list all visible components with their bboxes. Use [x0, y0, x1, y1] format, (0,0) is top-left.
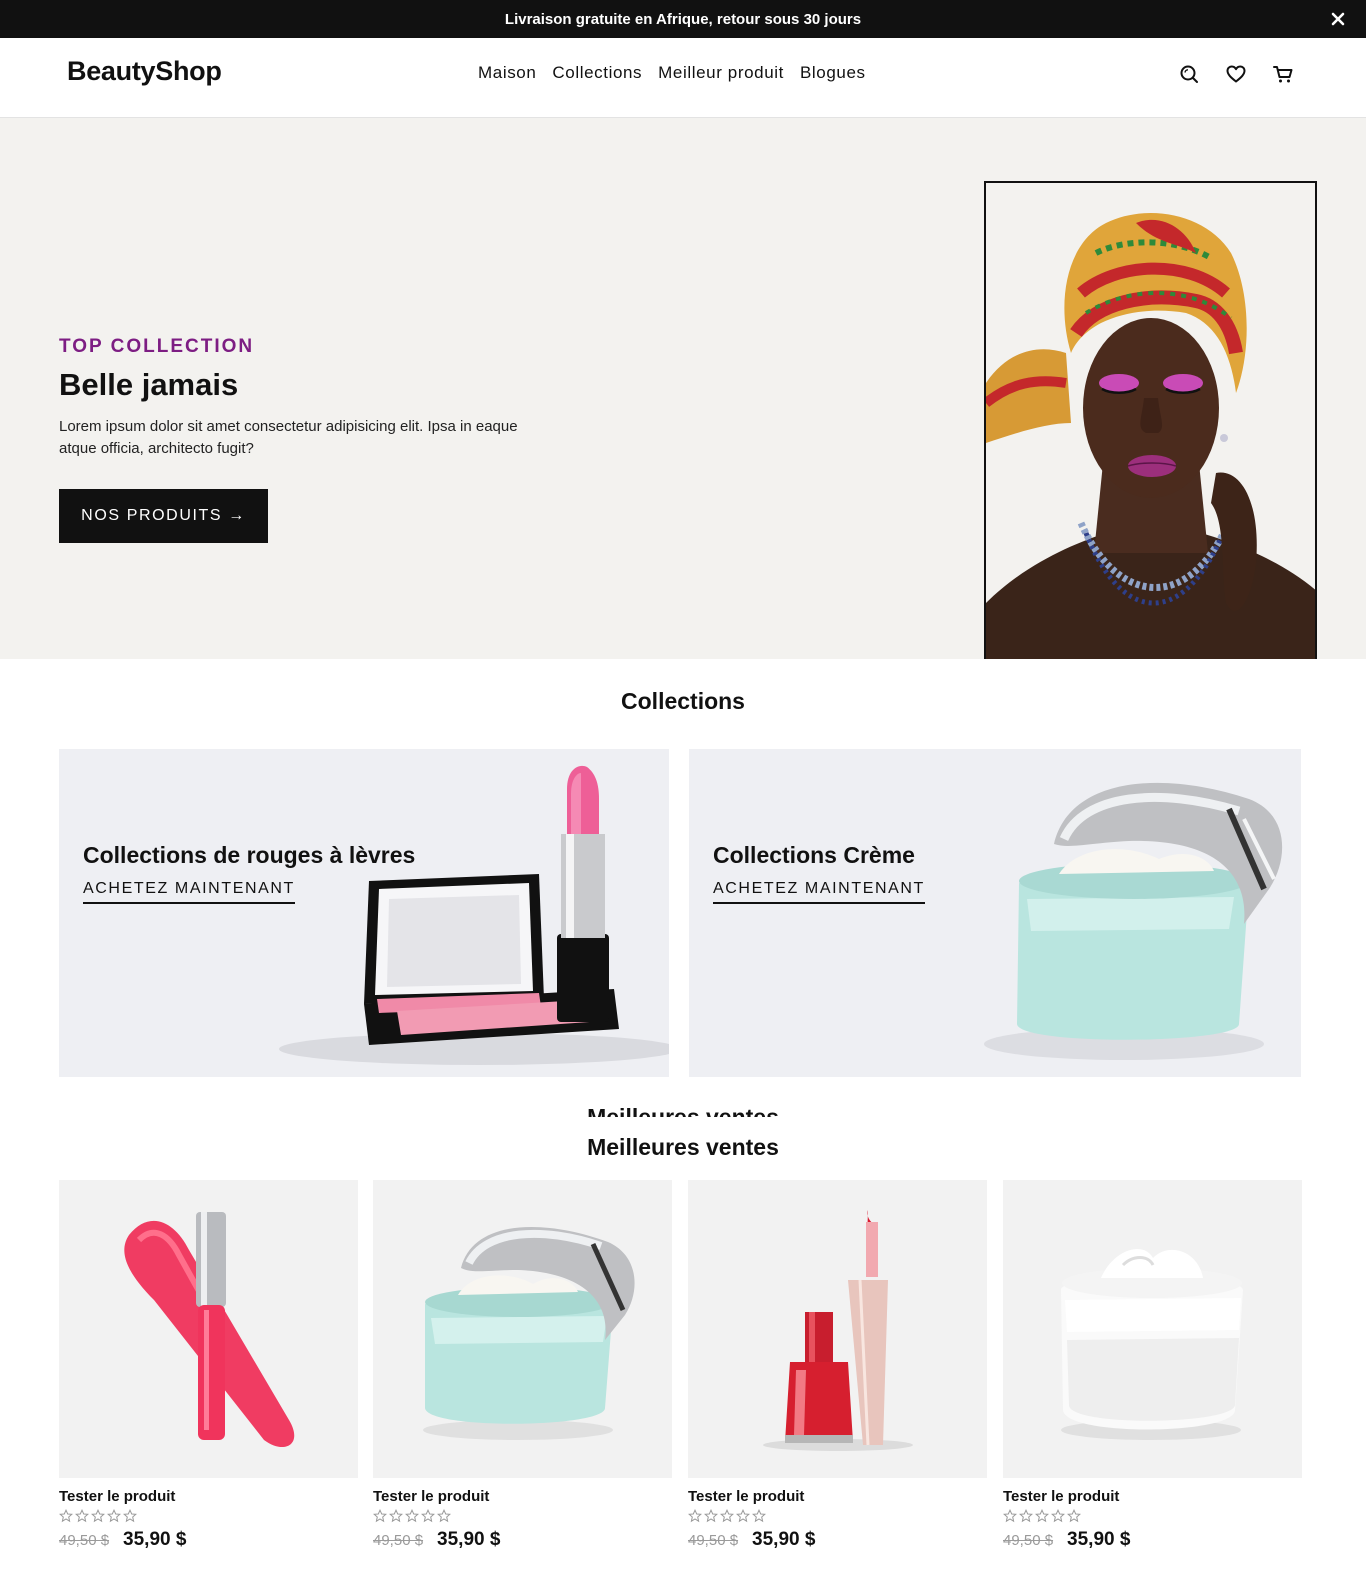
new-price: 35,90 $	[1067, 1529, 1131, 1550]
site-header: BeautyShop Maison Collections Meilleur p…	[0, 38, 1366, 118]
product-image-lip-gloss[interactable]	[59, 1180, 358, 1478]
announcement-bar: Livraison gratuite en Afrique, retour so…	[0, 0, 1366, 38]
collections-title: Collections	[621, 688, 745, 714]
price-row: 49,50 $ 35,90 $	[373, 1529, 672, 1551]
best-sellers-title: Meilleures ventes	[587, 1134, 779, 1160]
star-icon	[688, 1509, 702, 1523]
product-name[interactable]: Tester le produit	[688, 1488, 987, 1505]
search-icon[interactable]	[1178, 63, 1200, 85]
old-price: 49,50 $	[1003, 1532, 1054, 1549]
star-icon	[1035, 1509, 1049, 1523]
new-price: 35,90 $	[437, 1529, 501, 1550]
new-price: 35,90 $	[752, 1529, 816, 1550]
star-icon	[91, 1509, 105, 1523]
star-icon	[107, 1509, 121, 1523]
cream-jar-image	[689, 749, 1301, 1077]
product-image-nail-polish[interactable]	[688, 1180, 987, 1478]
nav-item-meilleur-produit[interactable]: Meilleur produit	[658, 63, 784, 83]
product-image-white-cream-jar[interactable]	[1003, 1180, 1302, 1478]
hero-image	[984, 181, 1317, 659]
star-icon	[1067, 1509, 1081, 1523]
rating-stars	[1003, 1509, 1302, 1523]
collection-card-lipstick[interactable]: Collections de rouges à lèvres ACHETEZ M…	[59, 749, 669, 1077]
heart-icon[interactable]	[1225, 63, 1247, 85]
shop-products-button[interactable]: NOS PRODUITS →	[59, 489, 268, 543]
cart-icon[interactable]	[1272, 63, 1294, 85]
product-card[interactable]: Tester le produit 49,50 $ 35,90 $	[373, 1180, 672, 1551]
star-icon	[389, 1509, 403, 1523]
star-icon	[720, 1509, 734, 1523]
star-icon	[752, 1509, 766, 1523]
product-card[interactable]: Tester le produit 49,50 $ 35,90 $	[1003, 1180, 1302, 1551]
product-name[interactable]: Tester le produit	[1003, 1488, 1302, 1505]
new-price: 35,90 $	[123, 1529, 187, 1550]
rating-stars	[373, 1509, 672, 1523]
nav-item-maison[interactable]: Maison	[478, 63, 536, 83]
product-card[interactable]: Tester le produit 49,50 $ 35,90 $	[59, 1180, 358, 1551]
product-name[interactable]: Tester le produit	[59, 1488, 358, 1505]
header-icons	[1178, 63, 1294, 85]
nav-item-blogues[interactable]: Blogues	[800, 63, 866, 83]
lipstick-compact-image	[59, 749, 669, 1077]
rating-stars	[688, 1509, 987, 1523]
hero-eyebrow: TOP COLLECTION	[59, 336, 255, 357]
old-price: 49,50 $	[59, 1532, 110, 1549]
site-logo[interactable]: BeautyShop	[67, 56, 222, 87]
main-nav: Maison Collections Meilleur produit Blog…	[478, 63, 866, 83]
product-name[interactable]: Tester le produit	[373, 1488, 672, 1505]
old-price: 49,50 $	[688, 1532, 739, 1549]
old-price: 49,50 $	[373, 1532, 424, 1549]
product-card[interactable]: Tester le produit 49,50 $ 35,90 $	[688, 1180, 987, 1551]
price-row: 49,50 $ 35,90 $	[1003, 1529, 1302, 1551]
announcement-text: Livraison gratuite en Afrique, retour so…	[504, 10, 862, 28]
hero-title: Belle jamais	[59, 367, 239, 402]
close-icon[interactable]	[1328, 9, 1348, 29]
star-icon	[437, 1509, 451, 1523]
collection-card-cream[interactable]: Collections Crème ACHETEZ MAINTENANT	[689, 749, 1301, 1077]
star-icon	[704, 1509, 718, 1523]
star-icon	[405, 1509, 419, 1523]
best-sellers-title-overlap: Meilleures ventes	[0, 1106, 1366, 1117]
shop-now-link-cream[interactable]: ACHETEZ MAINTENANT	[713, 880, 925, 904]
collection-name-cream: Collections Crème	[713, 842, 915, 868]
price-row: 49,50 $ 35,90 $	[59, 1529, 358, 1551]
star-icon	[736, 1509, 750, 1523]
hero-section: TOP COLLECTION Belle jamais Lorem ipsum …	[0, 118, 1366, 659]
star-icon	[59, 1509, 73, 1523]
rating-stars	[59, 1509, 358, 1523]
star-icon	[1019, 1509, 1033, 1523]
shop-now-link-lipstick[interactable]: ACHETEZ MAINTENANT	[83, 880, 295, 904]
star-icon	[373, 1509, 387, 1523]
star-icon	[1003, 1509, 1017, 1523]
nav-item-collections[interactable]: Collections	[552, 63, 642, 83]
star-icon	[421, 1509, 435, 1523]
star-icon	[75, 1509, 89, 1523]
star-icon	[123, 1509, 137, 1523]
price-row: 49,50 $ 35,90 $	[688, 1529, 987, 1551]
star-icon	[1051, 1509, 1065, 1523]
hero-description: Lorem ipsum dolor sit amet consectetur a…	[59, 418, 518, 457]
collection-name-lipstick: Collections de rouges à lèvres	[83, 842, 416, 868]
product-image-mint-cream-jar[interactable]	[373, 1180, 672, 1478]
hero-text-block: TOP COLLECTION Belle jamais Lorem ipsum …	[59, 336, 539, 460]
